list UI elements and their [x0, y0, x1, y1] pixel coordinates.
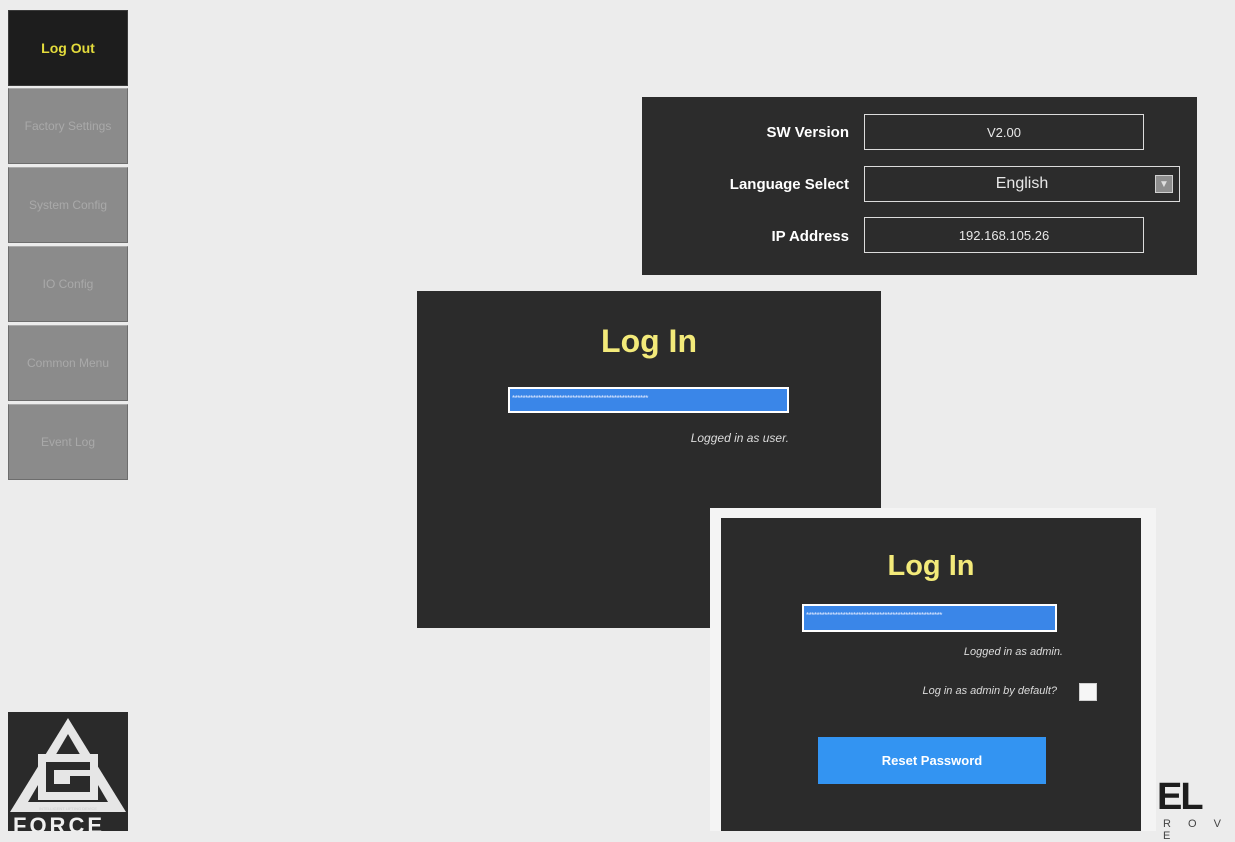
event-log-label: Event Log: [40, 434, 96, 449]
event-log-button[interactable]: Event Log: [8, 404, 128, 480]
gforce-wordmark: FORCE: [13, 813, 105, 831]
ip-address-value: 192.168.105.26: [958, 227, 1050, 243]
admin-default-checkbox[interactable]: [1079, 683, 1097, 701]
admin-login-status: Logged in as admin.: [963, 646, 1063, 658]
common-menu-button[interactable]: Common Menu: [8, 325, 128, 401]
system-config-button[interactable]: System Config: [8, 167, 128, 243]
sw-version-value: V2.00: [987, 124, 1021, 140]
admin-login-panel: Log In *********************************…: [721, 518, 1141, 831]
language-selected-value: English: [995, 175, 1049, 192]
gforce-tagline: INTELLIGENT LIFTING DEVICE: [38, 806, 98, 811]
sw-version-label: SW Version: [766, 124, 849, 141]
sw-version-field: V2.00: [864, 114, 1144, 150]
common-menu-label: Common Menu: [26, 355, 110, 370]
system-config-label: System Config: [28, 197, 108, 212]
language-select-dropdown[interactable]: English ▼: [864, 166, 1180, 202]
factory-settings-label: Factory Settings: [24, 118, 112, 133]
system-info-panel: SW Version V2.00 Language Select English…: [642, 97, 1197, 275]
factory-settings-button[interactable]: Factory Settings: [8, 88, 128, 164]
logout-button-label: Log Out: [41, 39, 95, 56]
user-password-input[interactable]: ****************************************…: [508, 387, 789, 413]
admin-login-title: Log In: [887, 550, 975, 582]
corner-brand-subtext: R O V E: [1163, 818, 1228, 842]
corner-brand-logo: EL: [1157, 776, 1204, 818]
io-config-button[interactable]: IO Config: [8, 246, 128, 322]
user-login-title: Log In: [601, 323, 697, 359]
ip-address-label: IP Address: [771, 228, 849, 245]
user-login-status: Logged in as user.: [690, 431, 789, 445]
admin-default-label: Log in as admin by default?: [922, 685, 1057, 697]
language-select-label: Language Select: [729, 176, 849, 193]
io-config-label: IO Config: [42, 276, 94, 291]
admin-password-input[interactable]: ****************************************…: [802, 604, 1057, 632]
dropdown-arrow-icon[interactable]: ▼: [1155, 175, 1173, 193]
gforce-logo: INTELLIGENT LIFTING DEVICE FORCE: [8, 712, 128, 831]
logout-button[interactable]: Log Out: [8, 10, 128, 86]
reset-password-button[interactable]: Reset Password: [818, 737, 1046, 784]
ip-address-field: 192.168.105.26: [864, 217, 1144, 253]
